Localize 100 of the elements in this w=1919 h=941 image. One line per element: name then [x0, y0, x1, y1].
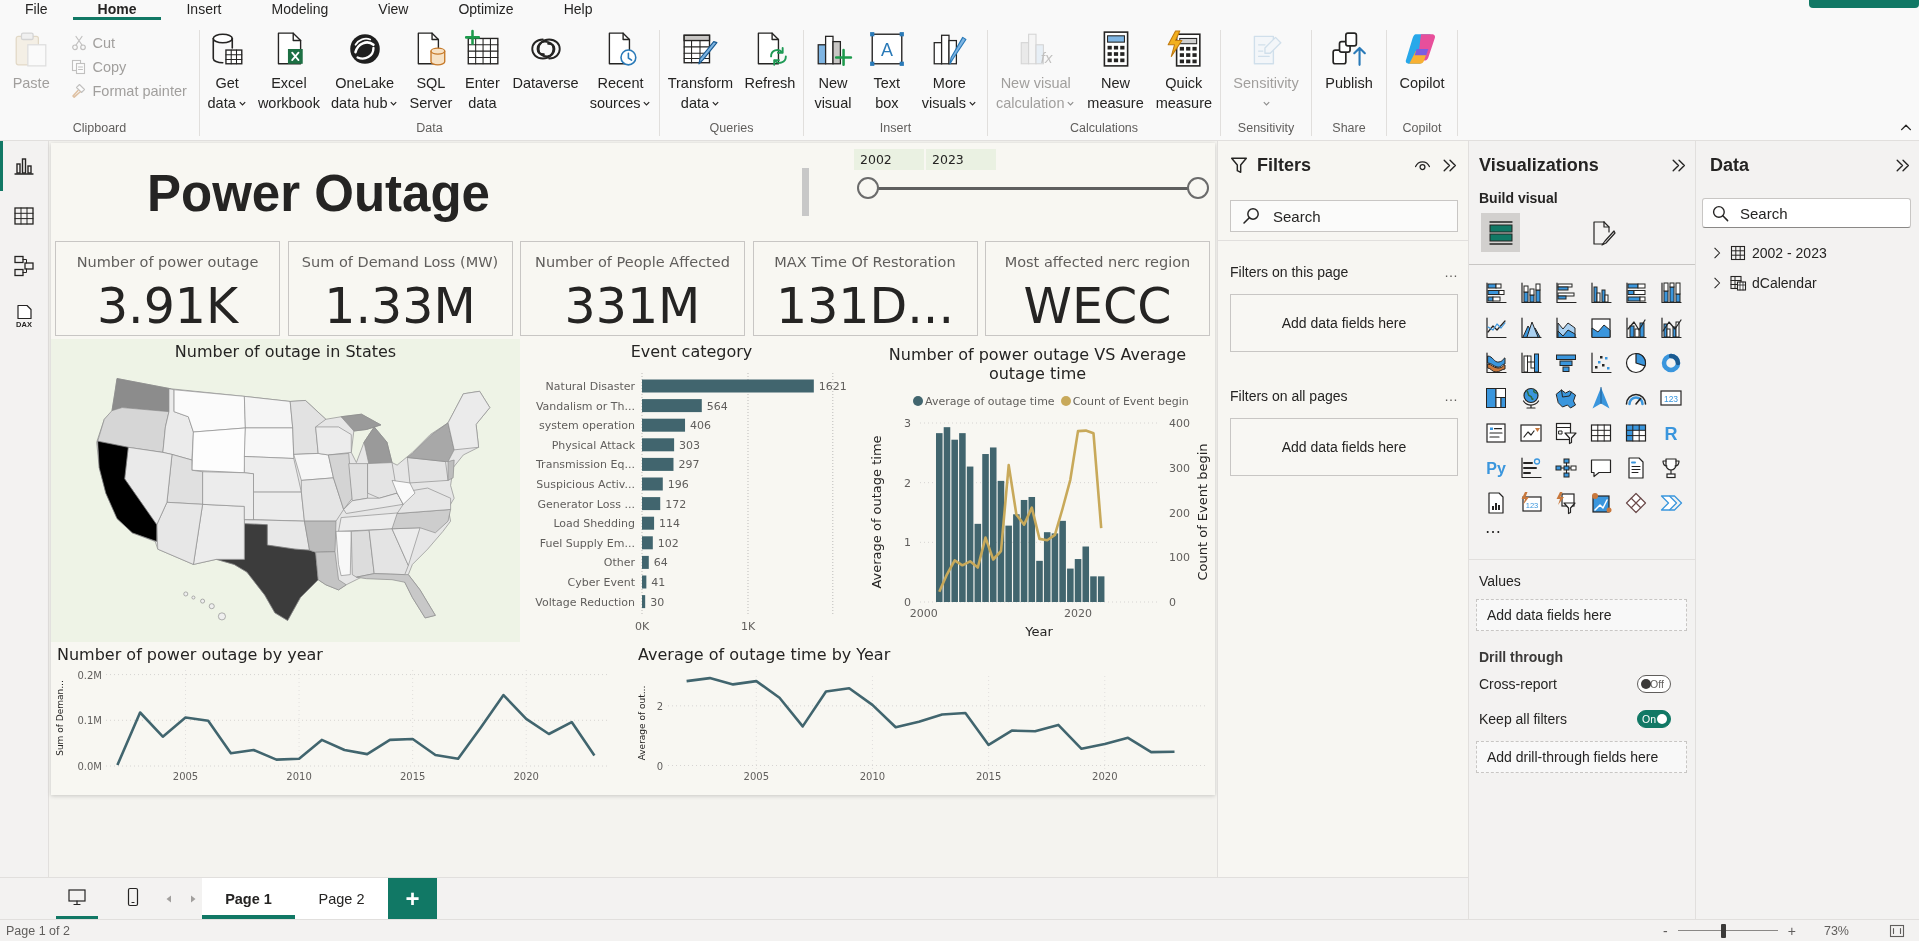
axis-tick-label: 2005: [743, 771, 769, 782]
toggle-label: Cross-report: [1479, 675, 1557, 692]
copilot-button[interactable]: Copilot: [1397, 30, 1447, 93]
data-label: 114: [659, 517, 681, 531]
treemap-icon[interactable]: [1483, 385, 1508, 410]
drop-zone[interactable]: Add drill-through fields here: [1476, 741, 1687, 773]
page-tab[interactable]: Page 1: [202, 878, 295, 919]
multi-row-card-icon[interactable]: [1483, 420, 1508, 445]
start-date-field[interactable]: 2002: [854, 149, 924, 170]
menu-tab[interactable]: View: [353, 0, 434, 20]
transform-data-button[interactable]: Transform data: [665, 30, 736, 113]
full-area-chart-icon[interactable]: [1588, 315, 1613, 340]
fit-to-page-icon[interactable]: [1889, 922, 1905, 939]
filter-icon: [1230, 156, 1248, 174]
end-date-field[interactable]: 2023: [926, 149, 996, 170]
bar: [642, 536, 653, 550]
text-box-button[interactable]: A Text box: [865, 30, 908, 113]
key-influencers-icon[interactable]: [1518, 455, 1543, 480]
axis-tick-label: 400: [1169, 417, 1190, 430]
toggle-label: Keep all filters: [1479, 710, 1567, 727]
stacked-bar-chart-icon[interactable]: [1483, 280, 1508, 305]
enter-data-button[interactable]: Enter data: [461, 30, 504, 113]
line-chart-icon[interactable]: [1483, 315, 1508, 340]
table-name[interactable]: dCalendar: [1752, 275, 1817, 291]
drop-zone[interactable]: Add data fields here: [1230, 294, 1458, 352]
line-column-chart-icon[interactable]: [1623, 315, 1648, 340]
menu-tab[interactable]: Optimize: [433, 0, 539, 20]
bar: [642, 477, 663, 491]
zoom-slider-thumb[interactable]: [1721, 923, 1726, 938]
zoom-in-button[interactable]: +: [1783, 922, 1800, 939]
menu-tab[interactable]: Help: [538, 0, 618, 20]
data-label: 297: [678, 458, 700, 472]
axis-tick-label: 0.1M: [77, 715, 102, 727]
menu-tab[interactable]: Insert: [161, 0, 247, 20]
dataverse-button[interactable]: Dataverse: [510, 30, 581, 93]
card-label: Sum of Demand Loss (MW): [301, 254, 499, 271]
pie-chart-icon[interactable]: [1623, 350, 1648, 375]
diamond-icon[interactable]: [1623, 490, 1648, 515]
new-measure-button[interactable]: New measure: [1085, 30, 1146, 113]
bar: [642, 595, 646, 609]
category-label: Other: [603, 556, 635, 570]
axis-tick-label: 2020: [513, 771, 539, 782]
pane-title: Data: [1710, 154, 1749, 176]
more-options-button[interactable]: …: [1444, 388, 1458, 404]
build-visual-tab[interactable]: [1481, 213, 1520, 252]
menu-tab[interactable]: Modeling: [246, 0, 354, 20]
sql-server-button[interactable]: SQL Server: [407, 30, 455, 113]
data-label: 41: [651, 576, 666, 589]
new-visual-button[interactable]: New visual: [811, 30, 854, 113]
search-field[interactable]: Search: [1230, 200, 1458, 232]
refresh-button[interactable]: Refresh: [742, 30, 798, 93]
drop-zone[interactable]: Add data fields here: [1230, 418, 1458, 476]
search-icon: [1242, 207, 1260, 225]
group-label: Copilot: [1401, 120, 1443, 136]
toggle-switch[interactable]: On: [1637, 709, 1671, 728]
menu-tab[interactable]: File: [0, 0, 73, 20]
axis-tick-label: 2010: [859, 771, 886, 782]
more-visuals-button[interactable]: ⋯: [1485, 520, 1503, 544]
data-label: 30: [650, 595, 665, 609]
clustered-column-chart-icon[interactable]: [1588, 280, 1613, 305]
section-title: Build visual: [1479, 189, 1559, 207]
drop-zone[interactable]: Add data fields here: [1476, 599, 1687, 631]
legend-label: Average of outage time: [925, 394, 1055, 408]
excel-button[interactable]: Excel workbook: [255, 30, 322, 113]
axis-tick-label: 2015: [975, 771, 1002, 782]
get-data-button[interactable]: Get data: [205, 30, 249, 113]
toggle-switch[interactable]: Off: [1637, 674, 1671, 693]
quick-measure-button[interactable]: Quick measure: [1153, 30, 1215, 113]
scissors-icon: [70, 35, 87, 51]
chart-title: Average of outage time by Year: [638, 645, 891, 664]
more-options-button[interactable]: …: [1444, 264, 1458, 280]
page-tab[interactable]: Page 2: [295, 878, 388, 919]
full-stacked-bar-chart-icon[interactable]: [1623, 280, 1648, 305]
slicer-icon[interactable]: [1553, 420, 1578, 445]
full-stacked-column-chart-icon[interactable]: [1658, 280, 1683, 305]
ribbon-chart-icon[interactable]: [1483, 350, 1508, 375]
onelake-button[interactable]: OneLake data hub: [329, 30, 401, 113]
group-label: Share: [1331, 120, 1367, 136]
add-page-button[interactable]: +: [388, 878, 437, 919]
table-name[interactable]: 2002 - 2023: [1752, 245, 1827, 261]
axis-tick-label: 2: [656, 700, 663, 712]
slider-thumb[interactable]: [857, 177, 879, 199]
slider-thumb[interactable]: [1187, 177, 1209, 199]
waterfall-chart-icon[interactable]: [1518, 350, 1543, 375]
recent-sources-button[interactable]: Recent sources: [587, 30, 654, 113]
publish-button[interactable]: Publish: [1323, 30, 1375, 93]
area-chart-icon[interactable]: [1518, 315, 1543, 340]
card-value: 331M: [564, 278, 701, 336]
chart-title: Number of outage in States: [174, 342, 397, 361]
search-field[interactable]: Search: [1702, 198, 1911, 228]
zoom-out-button[interactable]: -: [1659, 922, 1672, 939]
stacked-column-chart-icon[interactable]: [1518, 280, 1543, 305]
clustered-bar-chart-icon[interactable]: [1553, 280, 1578, 305]
axis-title: Count of Event begin: [1195, 443, 1210, 581]
stacked-area-chart-icon[interactable]: [1553, 315, 1578, 340]
scatter-chart-icon[interactable]: [1588, 350, 1613, 375]
more-visuals-button[interactable]: More visuals: [919, 30, 980, 113]
axis-tick-label: 0: [656, 760, 663, 772]
line-clustered-column-chart-icon[interactable]: [1658, 315, 1683, 340]
decomposition-tree-icon[interactable]: [1553, 455, 1578, 480]
